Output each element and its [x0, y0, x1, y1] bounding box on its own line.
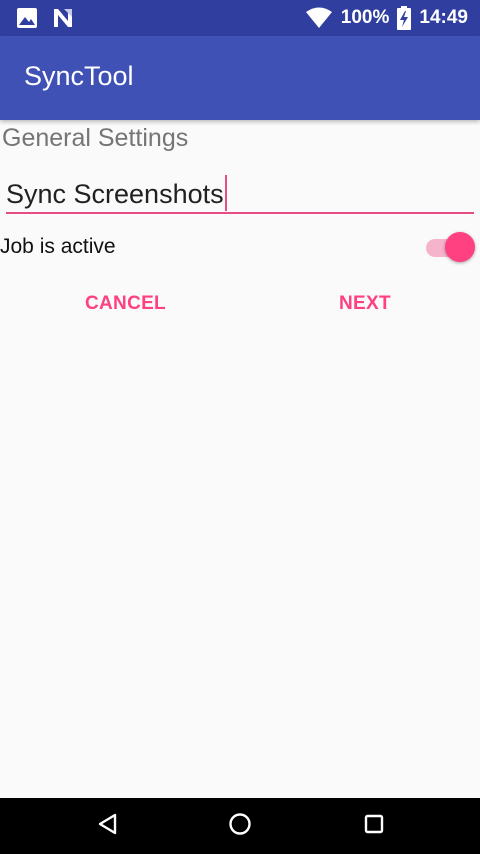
app-title: SyncTool	[24, 61, 134, 91]
home-button[interactable]	[222, 808, 258, 844]
battery-charging-icon	[397, 6, 412, 30]
status-bar: 100% 14:49	[0, 0, 480, 36]
app-bar: SyncTool	[0, 36, 480, 120]
recents-button[interactable]	[356, 808, 392, 844]
job-active-switch[interactable]	[422, 232, 476, 262]
battery-text: 100%	[340, 7, 390, 28]
section-title: General Settings	[2, 124, 189, 152]
cancel-button[interactable]: CANCEL	[77, 286, 174, 322]
n-notification-icon	[52, 7, 74, 29]
back-button[interactable]	[90, 808, 126, 844]
status-right: 100% 14:49	[305, 0, 468, 36]
text-cursor	[224, 175, 227, 211]
recents-icon	[363, 813, 385, 840]
job-name-field[interactable]: Sync Screenshots	[6, 170, 474, 214]
image-icon	[16, 7, 38, 29]
navigation-bar	[0, 798, 480, 854]
job-name-input[interactable]: Sync Screenshots	[6, 175, 227, 211]
switch-thumb	[445, 232, 475, 262]
home-icon	[227, 811, 253, 842]
back-icon	[96, 812, 120, 841]
status-left-icons	[16, 0, 74, 36]
wifi-icon	[305, 7, 333, 29]
job-name-value: Sync Screenshots	[6, 179, 224, 209]
clock-text: 14:49	[419, 7, 468, 28]
job-active-label: Job is active	[0, 235, 116, 258]
next-button[interactable]: NEXT	[331, 286, 399, 322]
